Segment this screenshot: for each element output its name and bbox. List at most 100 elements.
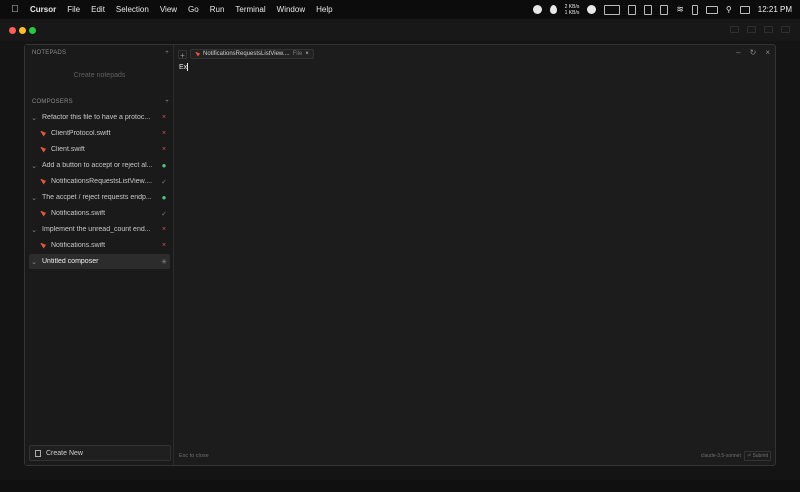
disk-icon[interactable] [660, 4, 669, 15]
battery-icon[interactable] [691, 4, 698, 15]
record-icon[interactable] [532, 5, 542, 14]
context-file-chip[interactable]: NotificationsRequestsListView.... File × [190, 49, 314, 59]
composer-file-item[interactable]: Notifications.swift ✓ [29, 206, 170, 221]
history-icon[interactable]: ↻ [750, 48, 757, 57]
clock[interactable]: 12:21 PM [758, 5, 792, 14]
composer-file-item[interactable]: ClientProtocol.swift × [29, 126, 170, 141]
chevron-down-icon[interactable]: ⌄ [29, 162, 39, 170]
status-dot-icon: ● [161, 161, 167, 170]
toggle-sidebar-icon[interactable] [730, 26, 739, 33]
composer-item[interactable]: ⌄ Implement the unread_count end... × [29, 222, 170, 237]
composer-file-item[interactable]: Client.swift × [29, 142, 170, 157]
chevron-down-icon[interactable]: ⌄ [29, 226, 39, 234]
check-icon[interactable]: ✓ [158, 210, 170, 218]
create-new-button[interactable]: Create New [29, 445, 171, 461]
menu-window[interactable]: Window [277, 5, 305, 14]
toggle-secondary-sidebar-icon[interactable] [764, 26, 773, 33]
notepads-header: NOTEPADS + [32, 50, 169, 56]
chevron-down-icon[interactable]: ⌄ [29, 194, 39, 202]
swift-file-icon [40, 146, 46, 153]
delete-icon[interactable]: × [158, 226, 170, 233]
composer-file-item[interactable]: Notifications.swift × [29, 238, 170, 253]
composer-title: Add a button to accept or reject al... [42, 162, 153, 169]
composer-title: The accpet / reject requests endp... [42, 194, 152, 201]
close-window-button[interactable] [9, 27, 16, 34]
file-name: Notifications.swift [51, 242, 106, 249]
apple-icon[interactable]:  [10, 4, 20, 15]
menu-go[interactable]: Go [188, 5, 199, 14]
esc-hint: Esc to close [179, 453, 209, 459]
menu-edit[interactable]: Edit [91, 5, 105, 14]
window-titlebar [0, 19, 800, 41]
create-notepads-link[interactable]: Create notepads [25, 72, 174, 79]
chevron-down-icon[interactable]: ⌄ [29, 114, 39, 122]
menu-view[interactable]: View [160, 5, 177, 14]
menu-file[interactable]: File [67, 5, 80, 14]
file-name: ClientProtocol.swift [51, 130, 111, 137]
swift-file-icon [40, 210, 46, 217]
control-center-icon[interactable] [705, 5, 718, 14]
add-context-button[interactable]: + [178, 49, 187, 60]
minimize-icon[interactable]: – [736, 48, 740, 57]
customize-layout-icon[interactable] [781, 26, 790, 33]
composers-title: COMPOSERS [32, 99, 73, 105]
chip-close-icon[interactable]: × [305, 51, 309, 57]
composer-dialog: NOTEPADS + Create notepads COMPOSERS + ⌄… [24, 44, 776, 466]
composer-item[interactable]: ⌄ Refactor this file to have a protoc...… [29, 110, 170, 125]
wifi-icon[interactable]: ≋ [676, 4, 684, 15]
remove-file-icon[interactable]: × [158, 130, 170, 137]
remove-file-icon[interactable]: × [158, 146, 170, 153]
remove-file-icon[interactable]: × [158, 242, 170, 249]
composer-title: Implement the unread_count end... [42, 226, 151, 233]
file-name: NotificationsRequestsListView.... [51, 178, 153, 185]
grammarly-icon[interactable] [587, 5, 597, 14]
composer-item-selected[interactable]: ⌄ Untitled composer ✳ [29, 254, 170, 269]
search-icon[interactable]: ⚲ [726, 5, 732, 14]
create-new-label: Create New [46, 449, 83, 457]
swift-file-icon [40, 130, 46, 137]
chip-tag: File [292, 51, 303, 57]
composer-item[interactable]: ⌄ Add a button to accept or reject al...… [29, 158, 170, 173]
chevron-down-icon[interactable]: ⌄ [29, 258, 39, 266]
toggle-panel-icon[interactable] [747, 26, 756, 33]
model-selector[interactable]: claude-3.5-sonnet [701, 453, 741, 459]
display-icon[interactable] [739, 5, 750, 14]
new-file-icon [35, 449, 41, 457]
dialog-controls: – ↻ × [736, 48, 770, 57]
composer-footer: claude-3.5-sonnet ⏎ Submit [701, 451, 771, 461]
composer-main: + NotificationsRequestsListView.... File… [175, 45, 776, 465]
network-stats[interactable]: 2 KB/s 1 KB/s [565, 4, 580, 16]
maximize-window-button[interactable] [29, 27, 36, 34]
memory-icon[interactable] [644, 4, 653, 15]
delete-icon[interactable]: × [158, 114, 170, 121]
net-down: 1 KB/s [564, 9, 580, 16]
cpu-graph-icon[interactable] [604, 4, 621, 15]
check-icon[interactable]: ✓ [158, 178, 170, 186]
composer-item[interactable]: ⌄ The accpet / reject requests endp... ● [29, 190, 170, 205]
submit-button[interactable]: ⏎ Submit [743, 451, 771, 461]
input-value: Ex [179, 63, 188, 71]
composer-file-item[interactable]: NotificationsRequestsListView.... ✓ [29, 174, 170, 189]
menu-app-name[interactable]: Cursor [30, 5, 56, 14]
swift-file-icon [40, 178, 46, 185]
menu-run[interactable]: Run [210, 5, 225, 14]
menu-help[interactable]: Help [316, 5, 332, 14]
menu-selection[interactable]: Selection [116, 5, 149, 14]
add-notepad-button[interactable]: + [165, 50, 169, 56]
drop-icon[interactable] [549, 5, 557, 14]
close-icon[interactable]: × [765, 48, 770, 57]
menu-terminal[interactable]: Terminal [235, 5, 265, 14]
minimize-window-button[interactable] [19, 27, 26, 34]
composer-sidebar: NOTEPADS + Create notepads COMPOSERS + ⌄… [25, 45, 174, 465]
layout-controls [730, 26, 790, 33]
menu-bar:  Cursor File Edit Selection View Go Run… [0, 0, 800, 19]
composer-input[interactable]: Ex [179, 63, 189, 71]
file-name: Client.swift [51, 146, 85, 153]
composers-header: COMPOSERS + [32, 99, 169, 105]
composer-title: Untitled composer [42, 258, 99, 265]
chip-label: NotificationsRequestsListView.... [203, 51, 290, 57]
notepads-title: NOTEPADS [32, 50, 67, 56]
add-composer-button[interactable]: + [165, 99, 169, 105]
gpu-icon[interactable] [628, 4, 637, 15]
status-bar [0, 480, 800, 492]
